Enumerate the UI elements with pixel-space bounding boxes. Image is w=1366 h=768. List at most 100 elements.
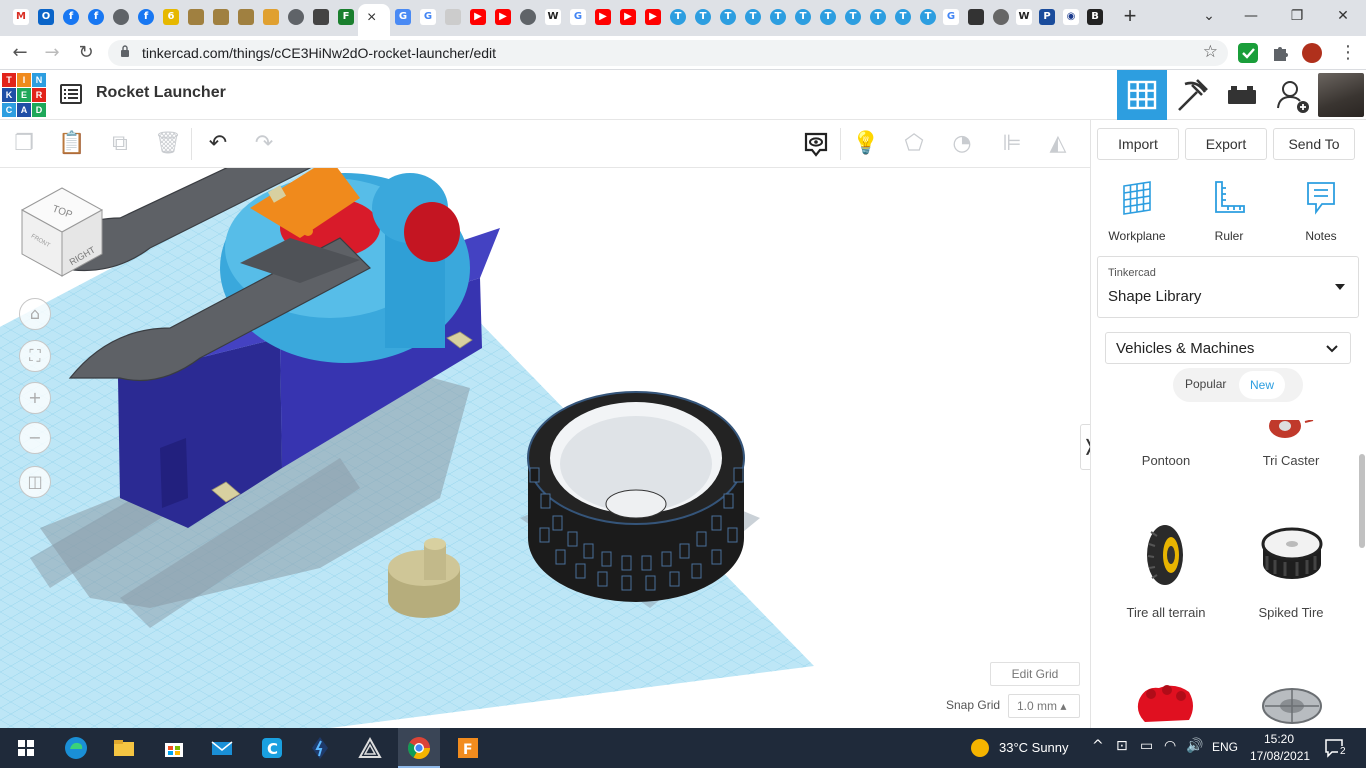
user-avatar[interactable] (1318, 73, 1364, 117)
robot-tab[interactable] (185, 6, 207, 28)
zoom-in-icon[interactable]: + (19, 382, 51, 414)
workplane-canvas[interactable]: TOP RIGHT FRONT ⌂ ⛶ + − ◫ Edit Grid Snap… (0, 168, 1090, 728)
close-window-icon[interactable]: ✕ (1328, 6, 1358, 26)
profile-avatar-icon[interactable] (1302, 43, 1322, 63)
restore-icon[interactable]: ❐ (1282, 6, 1312, 26)
wifi-icon[interactable]: ◠ (1164, 738, 1176, 754)
home-view-icon[interactable]: ⌂ (19, 298, 51, 330)
web-tab[interactable] (110, 6, 132, 28)
panel-scrollbar[interactable] (1359, 454, 1365, 548)
tinkercad-tab[interactable]: T (892, 6, 914, 28)
youtube-tab[interactable]: ▶ (467, 6, 489, 28)
notes-visibility-icon[interactable] (800, 128, 832, 160)
shape-label-spiked-tire[interactable]: Spiked Tire (1231, 605, 1351, 620)
tinkercad-tab[interactable]: T (692, 6, 714, 28)
web-tab[interactable] (517, 6, 539, 28)
shape-library-dropdown[interactable]: Tinkercad Shape Library (1097, 256, 1359, 318)
tinkercad-active-tab[interactable]: × (358, 4, 390, 36)
tinkercad-logo[interactable]: T I N K E R C A D (2, 73, 46, 117)
character-tab[interactable] (260, 6, 282, 28)
clock-date[interactable]: 17/08/2021 (1250, 749, 1310, 763)
new-tab-button[interactable]: + (1118, 4, 1142, 28)
ruler-tool[interactable]: Ruler (1189, 176, 1269, 243)
volume-icon[interactable]: 🔊 (1186, 738, 1203, 754)
add-user-button[interactable] (1267, 70, 1317, 120)
send-to-button[interactable]: Send To (1273, 128, 1355, 160)
redo-icon[interactable]: ↷ (248, 128, 280, 160)
google-tab[interactable]: G (417, 6, 439, 28)
robot-tab[interactable] (235, 6, 257, 28)
base-leg[interactable] (160, 438, 188, 508)
tri-caster-thumbnail[interactable] (1267, 420, 1317, 440)
tinkercad-tab[interactable]: T (667, 6, 689, 28)
wikipedia-tab[interactable]: W (542, 6, 564, 28)
hubcap-thumbnail[interactable] (1261, 686, 1323, 728)
orange-pin[interactable] (303, 226, 313, 236)
red-cap[interactable] (404, 202, 460, 262)
youtube-tab[interactable]: ▶ (642, 6, 664, 28)
edge-icon[interactable] (62, 734, 90, 762)
design-list-icon[interactable] (60, 84, 82, 104)
facebook-tab[interactable]: f (85, 6, 107, 28)
tinkercad-tab[interactable]: T (742, 6, 764, 28)
light-bulb-icon[interactable]: 💡 (850, 128, 882, 160)
outlook-tab[interactable]: O (35, 6, 57, 28)
youtube-tab[interactable]: ▶ (592, 6, 614, 28)
zoom-out-icon[interactable]: − (19, 422, 51, 454)
workplane-tool[interactable]: Workplane (1097, 176, 1177, 243)
lock-icon[interactable] (120, 45, 130, 57)
chrome-tab[interactable] (990, 6, 1012, 28)
gmail-tab[interactable]: M (10, 6, 32, 28)
tinkercad-tab[interactable]: T (867, 6, 889, 28)
fit-view-icon[interactable]: ⛶ (19, 340, 51, 372)
tinkercad-tab[interactable]: T (767, 6, 789, 28)
mirror-icon[interactable]: ◭ (1042, 128, 1074, 160)
site-tab[interactable] (310, 6, 332, 28)
bricks-button[interactable] (1217, 70, 1267, 120)
google-tab[interactable]: G (567, 6, 589, 28)
scene-svg[interactable]: TOP RIGHT FRONT (0, 168, 1090, 728)
bookmark-star-icon[interactable]: ☆ (1203, 42, 1218, 62)
windows-start-icon[interactable] (12, 734, 40, 762)
facebook-tab[interactable]: f (60, 6, 82, 28)
perspective-icon[interactable]: ◫ (19, 466, 51, 498)
shape-label-pontoon[interactable]: Pontoon (1106, 453, 1226, 468)
shape-label-tire-all-terrain[interactable]: Tire all terrain (1106, 605, 1226, 620)
eye-tab[interactable]: ◉ (1060, 6, 1082, 28)
group-icon[interactable]: ⬠ (898, 128, 930, 160)
edit-grid-button[interactable]: Edit Grid (990, 662, 1080, 686)
wikipedia-tab[interactable]: W (1013, 6, 1035, 28)
tinkercad-tab[interactable]: T (792, 6, 814, 28)
facebook-tab[interactable]: f (135, 6, 157, 28)
sun-weather-icon[interactable] (970, 738, 990, 758)
reload-icon[interactable]: ↻ (74, 41, 98, 65)
tab-new[interactable]: New (1239, 371, 1285, 399)
red-vehicle-thumbnail[interactable] (1135, 680, 1197, 728)
fusion-icon[interactable]: F (454, 734, 482, 762)
spiked-tire-thumbnail[interactable] (1261, 526, 1323, 582)
shape-label-tri-caster[interactable]: Tri Caster (1231, 453, 1351, 468)
app-bolt-icon[interactable] (306, 734, 334, 762)
close-tab-icon[interactable]: × (367, 9, 376, 27)
f-site-tab[interactable]: F (335, 6, 357, 28)
youtube-tab[interactable]: ▶ (492, 6, 514, 28)
back-icon[interactable]: ← (8, 41, 32, 65)
file-explorer-icon[interactable] (110, 734, 138, 762)
app-triangle-icon[interactable] (356, 734, 384, 762)
address-bar[interactable]: tinkercad.com/things/cCE3HiNw2dO-rocket-… (108, 40, 1228, 66)
forward-icon[interactable]: → (40, 41, 64, 65)
checkmark-extension-icon[interactable] (1238, 43, 1258, 63)
chrome-taskbar-active[interactable] (398, 728, 440, 768)
align-icon[interactable]: ⊫ (996, 128, 1028, 160)
duplicate-icon[interactable]: ⧉ (104, 128, 136, 160)
bbc-tab[interactable]: B (1084, 6, 1106, 28)
site-tab[interactable]: 6 (160, 6, 182, 28)
notes-tool[interactable]: Notes (1281, 176, 1361, 243)
shield-tab[interactable] (965, 6, 987, 28)
language-indicator[interactable]: ENG (1212, 740, 1238, 754)
app-c-icon[interactable]: C (258, 734, 286, 762)
translate-tab[interactable]: G (392, 6, 414, 28)
youtube-tab[interactable]: ▶ (617, 6, 639, 28)
robot-tab[interactable] (210, 6, 232, 28)
tire-all-terrain-thumbnail[interactable] (1141, 522, 1191, 588)
